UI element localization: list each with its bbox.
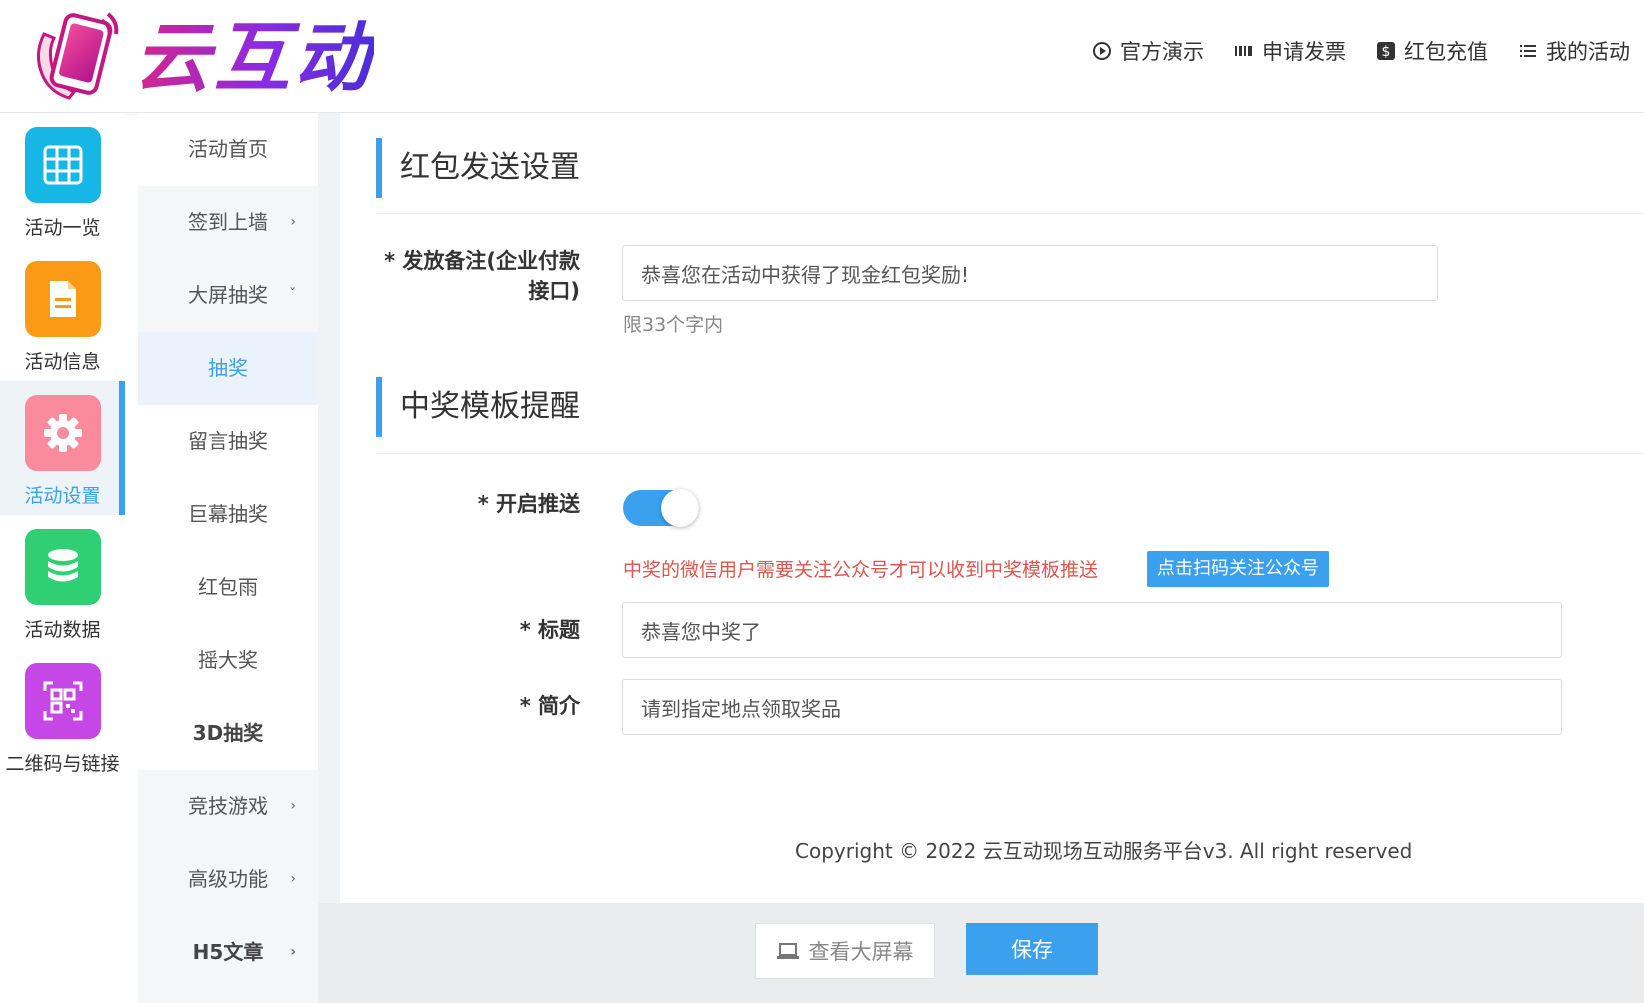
section-title-red-packet: 红包发送设置 [376,138,580,198]
view-big-screen-label: 查看大屏幕 [808,940,914,964]
laptop-icon [776,943,799,959]
section-divider [376,453,1644,454]
submenu-h5-article[interactable]: H5文章 › [138,916,318,989]
submenu-label: 摇大奖 [198,648,258,672]
save-label: 保存 [1011,938,1053,962]
remark-label-line1: * 发放备注(企业付款 [384,249,580,273]
submenu-lottery[interactable]: 抽奖 [138,332,318,405]
phone-hand-logo-icon[interactable] [24,4,124,104]
main-content: 红包发送设置 * 发放备注(企业付款 接口) 限33个字内 中奖模板提醒 * 开… [340,113,1644,903]
section-divider [376,213,1644,214]
push-label: * 开启推送 [477,492,580,516]
my-activities-link[interactable]: 我的活动 [1518,36,1630,66]
remark-label-line2: 接口) [528,279,580,303]
barcode-icon [1235,46,1252,56]
submenu-red-packet-rain[interactable]: 红包雨 [138,551,318,624]
official-demo-label: 官方演示 [1120,40,1204,64]
sidebar-item-activity-info[interactable]: 活动信息 [0,247,125,381]
chevron-right-icon: › [290,944,296,960]
submenu-label: 3D抽奖 [192,721,264,745]
submenu-advanced-features[interactable]: 高级功能 › [138,843,318,916]
push-toggle[interactable] [623,489,699,527]
submenu-shake-prize[interactable]: 摇大奖 [138,624,318,697]
activity-submenu: 活动首页 签到上墙 › 大屏抽奖 ˇ 抽奖 留言抽奖 巨幕抽奖 红包雨 摇大奖 3D… [138,113,318,1003]
submenu-label: H5文章 [192,940,264,964]
sidebar-label-activity-overview: 活动一览 [24,217,101,239]
bottom-action-bar: 查看大屏幕 保存 [318,903,1644,1003]
submenu-giant-screen-lottery[interactable]: 巨幕抽奖 [138,478,318,551]
submenu-label: 巨幕抽奖 [188,502,268,526]
svg-text:$: $ [1382,44,1391,60]
remark-input[interactable] [622,245,1438,301]
remark-label: * 发放备注(企业付款 接口) [340,246,580,306]
apply-invoice-link[interactable]: 申请发票 [1234,36,1346,66]
submenu-label: 抽奖 [208,356,248,380]
top-header: 云互动 官方演示 申请发票 $ 红包充值 我的活动 [0,0,1644,113]
intro-input[interactable] [622,679,1562,735]
database-tile [24,529,101,605]
top-nav: 官方演示 申请发票 $ 红包充值 我的活动 [1092,36,1630,66]
remark-hint: 限33个字内 [623,314,724,336]
submenu-label: 高级功能 [188,867,268,891]
gear-icon [43,414,82,452]
my-activities-label: 我的活动 [1546,40,1630,64]
content-gutter [318,113,340,903]
scan-follow-button[interactable]: 点击扫码关注公众号 [1147,551,1329,587]
play-circle-icon [1093,42,1111,60]
official-demo-link[interactable]: 官方演示 [1092,36,1204,66]
sidebar-label-activity-settings: 活动设置 [24,485,101,507]
sidebar-label-activity-data: 活动数据 [24,619,101,641]
submenu-label: 竞技游戏 [188,794,268,818]
copyright-text: Copyright © 2022 云互动现场互动服务平台v3. All righ… [795,839,1413,863]
icon-sidebar: 活动一览 活动信息 活动设置 活动数据 二维码与链接 [0,113,125,1003]
apply-invoice-label: 申请发票 [1262,40,1346,64]
follow-warning-text: 中奖的微信用户需要关注公众号才可以收到中奖模板推送 [623,559,1099,581]
chevron-right-icon: › [290,214,296,230]
list-icon [1520,45,1536,57]
sidebar-item-activity-overview[interactable]: 活动一览 [0,113,125,247]
title-label: * 标题 [519,618,580,642]
submenu-3d-lottery[interactable]: 3D抽奖 [138,697,318,770]
sidebar-item-activity-settings[interactable]: 活动设置 [0,381,125,515]
document-icon [49,281,76,317]
submenu-label: 签到上墙 [188,210,268,234]
save-button[interactable]: 保存 [966,923,1098,975]
submenu-activity-home[interactable]: 活动首页 [138,113,318,186]
chevron-right-icon: › [290,871,296,887]
document-tile [24,261,101,337]
intro-label: * 简介 [519,694,580,718]
section-title-prize-template: 中奖模板提醒 [376,377,580,437]
grid-tile [24,127,101,203]
chevron-down-icon: ˇ [289,287,296,303]
grid-icon [43,145,82,185]
submenu-checkin-wall[interactable]: 签到上墙 › [138,186,318,259]
qrcode-tile [24,663,101,739]
submenu-big-screen-lottery[interactable]: 大屏抽奖 ˇ [138,259,318,332]
brand-name: 云互动 [134,8,374,108]
title-input[interactable] [622,602,1562,658]
gear-tile [24,395,101,471]
database-icon [47,549,78,582]
submenu-label: 大屏抽奖 [188,283,268,307]
toggle-knob [661,489,699,527]
sidebar-item-activity-data[interactable]: 活动数据 [0,515,125,649]
submenu-message-lottery[interactable]: 留言抽奖 [138,405,318,478]
qrcode-icon [43,681,82,721]
red-packet-recharge-label: 红包充值 [1404,40,1488,64]
dollar-icon: $ [1377,42,1395,60]
submenu-label: 活动首页 [188,137,268,161]
chevron-right-icon: › [290,798,296,814]
sidebar-label-qrcode-links: 二维码与链接 [5,753,120,775]
sidebar-label-activity-info: 活动信息 [24,351,101,373]
submenu-label: 留言抽奖 [188,429,268,453]
view-big-screen-button[interactable]: 查看大屏幕 [755,923,935,979]
submenu-label: 红包雨 [198,575,258,599]
red-packet-recharge-link[interactable]: $ 红包充值 [1376,36,1488,66]
sidebar-item-qrcode-links[interactable]: 二维码与链接 [0,649,125,783]
submenu-competitive-games[interactable]: 竞技游戏 › [138,770,318,843]
